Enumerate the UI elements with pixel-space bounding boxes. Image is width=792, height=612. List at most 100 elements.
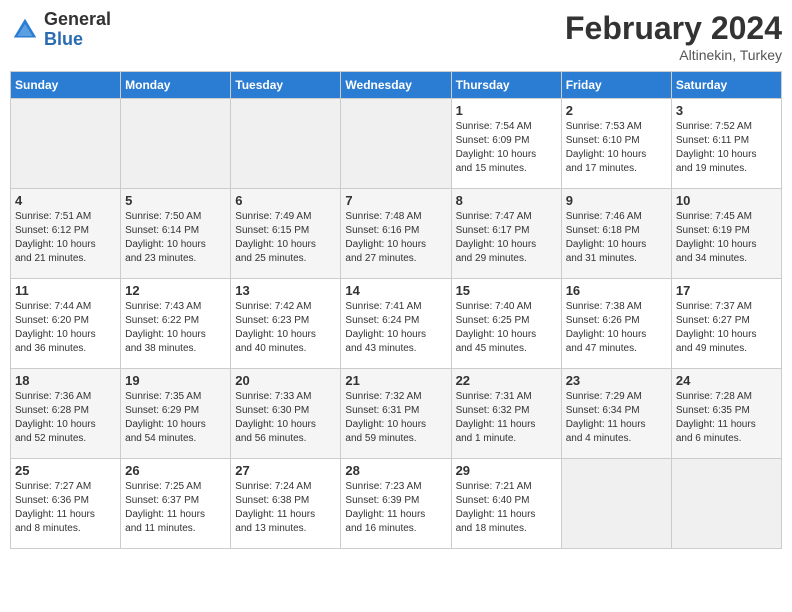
day-number: 22: [456, 373, 557, 388]
logo-icon: [10, 15, 40, 45]
day-number: 25: [15, 463, 116, 478]
calendar-cell: [341, 99, 451, 189]
day-number: 24: [676, 373, 777, 388]
calendar-cell: 13Sunrise: 7:42 AMSunset: 6:23 PMDayligh…: [231, 279, 341, 369]
day-info: Sunrise: 7:36 AMSunset: 6:28 PMDaylight:…: [15, 390, 116, 446]
day-number: 21: [345, 373, 446, 388]
day-number: 27: [235, 463, 336, 478]
logo-blue: Blue: [44, 29, 83, 49]
day-number: 28: [345, 463, 446, 478]
day-info: Sunrise: 7:46 AMSunset: 6:18 PMDaylight:…: [566, 210, 667, 266]
title-block: February 2024 Altinekin, Turkey: [565, 10, 782, 63]
calendar-cell: 24 Sunrise: 7:28 AMSunset: 6:35 PMDayligh…: [671, 369, 781, 459]
calendar-week-row: 18 Sunrise: 7:36 AMSunset: 6:28 PMDayligh…: [11, 369, 782, 459]
day-info: Sunrise: 7:47 AMSunset: 6:17 PMDaylight:…: [456, 210, 557, 266]
day-number: 18: [15, 373, 116, 388]
calendar-cell: 20 Sunrise: 7:33 AMSunset: 6:30 PMDayligh…: [231, 369, 341, 459]
calendar-cell: 9 Sunrise: 7:46 AMSunset: 6:18 PMDaylight…: [561, 189, 671, 279]
day-info: Sunrise: 7:35 AMSunset: 6:29 PMDaylight:…: [125, 390, 226, 446]
calendar-cell: 22 Sunrise: 7:31 AMSunset: 6:32 PMDayligh…: [451, 369, 561, 459]
day-of-week-header: Saturday: [671, 72, 781, 99]
calendar-cell: 12Sunrise: 7:43 AMSunset: 6:22 PMDayligh…: [121, 279, 231, 369]
calendar-cell: 28 Sunrise: 7:23 AMSunset: 6:39 PMDayligh…: [341, 459, 451, 549]
calendar-cell: 21Sunrise: 7:32 AMSunset: 6:31 PMDayligh…: [341, 369, 451, 459]
page-header: General Blue February 2024 Altinekin, Tu…: [10, 10, 782, 63]
day-number: 17: [676, 283, 777, 298]
calendar-cell: 27 Sunrise: 7:24 AMSunset: 6:38 PMDayligh…: [231, 459, 341, 549]
calendar-cell: [561, 459, 671, 549]
day-info: Sunrise: 7:31 AMSunset: 6:32 PMDaylight:…: [456, 390, 557, 446]
calendar-cell: [671, 459, 781, 549]
day-info: Sunrise: 7:44 AMSunset: 6:20 PMDaylight:…: [15, 300, 116, 356]
day-number: 9: [566, 193, 667, 208]
calendar-cell: [121, 99, 231, 189]
calendar-cell: 16 Sunrise: 7:38 AMSunset: 6:26 PMDayligh…: [561, 279, 671, 369]
day-info: Sunrise: 7:42 AMSunset: 6:23 PMDaylight:…: [235, 300, 336, 356]
calendar-header: SundayMondayTuesdayWednesdayThursdayFrid…: [11, 72, 782, 99]
day-number: 6: [235, 193, 336, 208]
day-info: Sunrise: 7:49 AMSunset: 6:15 PMDaylight:…: [235, 210, 336, 266]
day-info: Sunrise: 7:40 AMSunset: 6:25 PMDaylight:…: [456, 300, 557, 356]
day-info: Sunrise: 7:37 AMSunset: 6:27 PMDaylight:…: [676, 300, 777, 356]
logo-text: General Blue: [44, 10, 111, 50]
day-info: Sunrise: 7:54 AMSunset: 6:09 PMDaylight:…: [456, 120, 557, 176]
calendar-cell: 14Sunrise: 7:41 AMSunset: 6:24 PMDayligh…: [341, 279, 451, 369]
day-info: Sunrise: 7:45 AMSunset: 6:19 PMDaylight:…: [676, 210, 777, 266]
calendar-location: Altinekin, Turkey: [565, 47, 782, 63]
calendar-cell: 23 Sunrise: 7:29 AMSunset: 6:34 PMDayligh…: [561, 369, 671, 459]
day-of-week-header: Tuesday: [231, 72, 341, 99]
day-info: Sunrise: 7:51 AMSunset: 6:12 PMDaylight:…: [15, 210, 116, 266]
calendar-cell: [231, 99, 341, 189]
day-number: 11: [15, 283, 116, 298]
day-number: 2: [566, 103, 667, 118]
calendar-cell: 19Sunrise: 7:35 AMSunset: 6:29 PMDayligh…: [121, 369, 231, 459]
calendar-cell: 26Sunrise: 7:25 AMSunset: 6:37 PMDayligh…: [121, 459, 231, 549]
day-number: 1: [456, 103, 557, 118]
calendar-cell: 17 Sunrise: 7:37 AMSunset: 6:27 PMDayligh…: [671, 279, 781, 369]
calendar-cell: 2 Sunrise: 7:53 AMSunset: 6:10 PMDaylight…: [561, 99, 671, 189]
day-of-week-header: Sunday: [11, 72, 121, 99]
calendar-week-row: 11 Sunrise: 7:44 AMSunset: 6:20 PMDayligh…: [11, 279, 782, 369]
day-number: 20: [235, 373, 336, 388]
day-number: 16: [566, 283, 667, 298]
calendar-cell: 11 Sunrise: 7:44 AMSunset: 6:20 PMDayligh…: [11, 279, 121, 369]
day-info: Sunrise: 7:43 AMSunset: 6:22 PMDaylight:…: [125, 300, 226, 356]
day-number: 26: [125, 463, 226, 478]
day-info: Sunrise: 7:23 AMSunset: 6:39 PMDaylight:…: [345, 480, 446, 536]
day-of-week-header: Friday: [561, 72, 671, 99]
day-number: 15: [456, 283, 557, 298]
day-info: Sunrise: 7:48 AMSunset: 6:16 PMDaylight:…: [345, 210, 446, 266]
day-number: 8: [456, 193, 557, 208]
day-info: Sunrise: 7:52 AMSunset: 6:11 PMDaylight:…: [676, 120, 777, 176]
day-number: 14: [345, 283, 446, 298]
day-info: Sunrise: 7:53 AMSunset: 6:10 PMDaylight:…: [566, 120, 667, 176]
day-info: Sunrise: 7:24 AMSunset: 6:38 PMDaylight:…: [235, 480, 336, 536]
logo: General Blue: [10, 10, 111, 50]
day-number: 7: [345, 193, 446, 208]
calendar-cell: 6 Sunrise: 7:49 AMSunset: 6:15 PMDaylight…: [231, 189, 341, 279]
day-of-week-header: Wednesday: [341, 72, 451, 99]
day-info: Sunrise: 7:50 AMSunset: 6:14 PMDaylight:…: [125, 210, 226, 266]
calendar-table: SundayMondayTuesdayWednesdayThursdayFrid…: [10, 71, 782, 549]
day-info: Sunrise: 7:33 AMSunset: 6:30 PMDaylight:…: [235, 390, 336, 446]
calendar-cell: 15 Sunrise: 7:40 AMSunset: 6:25 PMDayligh…: [451, 279, 561, 369]
calendar-cell: 5 Sunrise: 7:50 AMSunset: 6:14 PMDaylight…: [121, 189, 231, 279]
day-info: Sunrise: 7:27 AMSunset: 6:36 PMDaylight:…: [15, 480, 116, 536]
day-info: Sunrise: 7:29 AMSunset: 6:34 PMDaylight:…: [566, 390, 667, 446]
calendar-week-row: 4 Sunrise: 7:51 AMSunset: 6:12 PMDaylight…: [11, 189, 782, 279]
logo-general: General: [44, 9, 111, 29]
day-info: Sunrise: 7:28 AMSunset: 6:35 PMDaylight:…: [676, 390, 777, 446]
calendar-cell: [11, 99, 121, 189]
calendar-week-row: 1 Sunrise: 7:54 AMSunset: 6:09 PMDaylight…: [11, 99, 782, 189]
calendar-cell: 25 Sunrise: 7:27 AMSunset: 6:36 PMDayligh…: [11, 459, 121, 549]
day-number: 23: [566, 373, 667, 388]
day-number: 5: [125, 193, 226, 208]
calendar-cell: 10Sunrise: 7:45 AMSunset: 6:19 PMDayligh…: [671, 189, 781, 279]
calendar-cell: 1 Sunrise: 7:54 AMSunset: 6:09 PMDaylight…: [451, 99, 561, 189]
day-number: 4: [15, 193, 116, 208]
calendar-cell: 7 Sunrise: 7:48 AMSunset: 6:16 PMDaylight…: [341, 189, 451, 279]
day-info: Sunrise: 7:38 AMSunset: 6:26 PMDaylight:…: [566, 300, 667, 356]
day-of-week-header: Thursday: [451, 72, 561, 99]
calendar-cell: 4 Sunrise: 7:51 AMSunset: 6:12 PMDaylight…: [11, 189, 121, 279]
calendar-week-row: 25 Sunrise: 7:27 AMSunset: 6:36 PMDayligh…: [11, 459, 782, 549]
